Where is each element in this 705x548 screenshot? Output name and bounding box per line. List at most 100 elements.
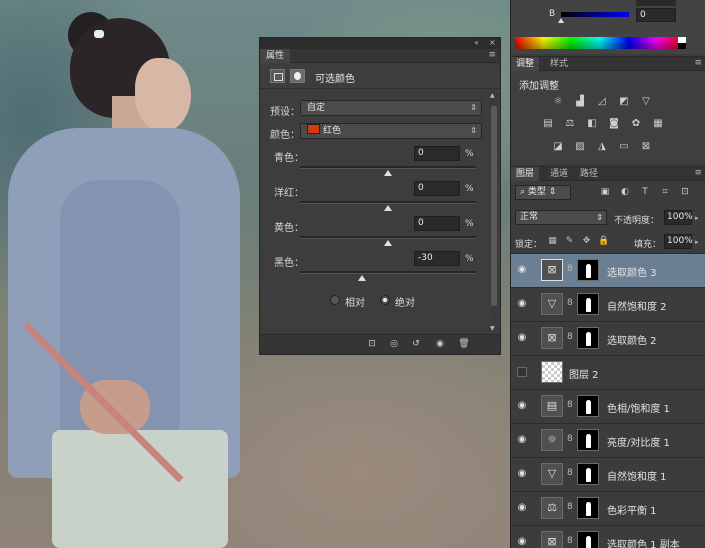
visibility-eye-icon[interactable]: ◉	[515, 467, 529, 481]
cyan-slider[interactable]	[300, 166, 476, 176]
b-slider-thumb[interactable]	[558, 18, 564, 23]
magenta-input[interactable]: 0	[414, 181, 460, 196]
layer-mask-thumbnail[interactable]	[577, 497, 599, 519]
adjustment-icon[interactable]	[270, 69, 285, 83]
tab-channels[interactable]: 通道	[545, 167, 573, 181]
exposure-icon[interactable]: ◩	[617, 96, 631, 108]
panel-menu-icon[interactable]: ≡	[694, 58, 702, 68]
vibrance-icon[interactable]: ▽	[639, 96, 653, 108]
filter-type-icon[interactable]: T	[639, 187, 651, 198]
visibility-eye-icon[interactable]: ◉	[515, 297, 529, 311]
gradient-map-icon[interactable]: ▭	[617, 141, 631, 153]
magenta-slider[interactable]	[300, 201, 476, 211]
blend-mode-select[interactable]: 正常 ⇕	[515, 210, 607, 225]
color-lookup-icon[interactable]: ▦	[651, 118, 665, 130]
r-value-field[interactable]	[636, 0, 676, 6]
filter-adjustment-icon[interactable]: ◐	[619, 187, 631, 198]
yellow-input[interactable]: 0	[414, 216, 460, 231]
relative-radio[interactable]	[330, 295, 340, 305]
layer-mask-thumbnail[interactable]	[577, 327, 599, 349]
photo-filter-icon[interactable]: ◙	[607, 118, 621, 130]
scroll-up-icon[interactable]: ▲	[490, 92, 495, 99]
absolute-radio[interactable]	[380, 295, 390, 305]
scroll-down-icon[interactable]: ▼	[490, 325, 495, 332]
curves-icon[interactable]: ◿	[595, 96, 609, 108]
tab-layers[interactable]: 图层	[511, 167, 540, 181]
fill-arrow-icon[interactable]: ▸	[695, 238, 699, 246]
close-icon[interactable]: ×	[489, 38, 496, 47]
visibility-toggle-empty[interactable]	[517, 367, 527, 377]
mask-icon[interactable]	[290, 69, 305, 83]
layer-mask-thumbnail[interactable]	[577, 293, 599, 315]
tab-properties[interactable]: 属性	[260, 49, 291, 63]
preset-select[interactable]: 自定 ⇕	[300, 100, 482, 116]
opacity-arrow-icon[interactable]: ▸	[695, 214, 699, 222]
fill-input[interactable]: 100%	[664, 234, 693, 249]
panel-menu-icon[interactable]: ≡	[694, 168, 702, 178]
black-white-icon[interactable]: ◧	[585, 118, 599, 130]
tab-styles[interactable]: 样式	[545, 57, 573, 71]
layer-mask-thumbnail[interactable]	[577, 463, 599, 485]
layer-mask-thumbnail[interactable]	[577, 429, 599, 451]
black-input[interactable]: -30	[414, 251, 460, 266]
lock-all-icon[interactable]: 🔒	[598, 236, 609, 247]
color-spectrum[interactable]	[515, 37, 685, 49]
clip-to-layer-icon[interactable]: ⊡	[364, 338, 380, 351]
layer-row[interactable]: ◉ ⊠ 8 选取颜色 1 副本	[511, 525, 705, 548]
selective-color-icon[interactable]: ⊠	[639, 141, 653, 153]
tab-paths[interactable]: 路径	[575, 167, 603, 181]
layer-row[interactable]: 图层 2	[511, 355, 705, 389]
filter-pixel-icon[interactable]: ▣	[599, 187, 611, 198]
cyan-input[interactable]: 0	[414, 146, 460, 161]
hue-saturation-icon[interactable]: ▤	[541, 118, 555, 130]
threshold-icon[interactable]: ◮	[595, 141, 609, 153]
lock-move-icon[interactable]: ✥	[581, 236, 592, 247]
opacity-input[interactable]: 100%	[664, 210, 693, 225]
yellow-slider[interactable]	[300, 236, 476, 246]
reset-icon[interactable]: ↺	[408, 338, 424, 351]
filter-shape-icon[interactable]: ⌗	[659, 187, 671, 198]
invert-icon[interactable]: ◪	[551, 141, 565, 153]
magenta-slider-thumb[interactable]	[384, 205, 392, 211]
layer-row[interactable]: ◉ ⊠ 8 选取颜色 3	[511, 253, 705, 287]
color-balance-icon[interactable]: ⚖	[563, 118, 577, 130]
filter-smart-object-icon[interactable]: ⊡	[679, 187, 691, 198]
layer-row[interactable]: ◉ ⚖ 8 色彩平衡 1	[511, 491, 705, 525]
visibility-eye-icon[interactable]: ◉	[515, 399, 529, 413]
black-slider-thumb[interactable]	[357, 275, 366, 281]
visibility-eye-icon[interactable]: ◉	[515, 535, 529, 548]
layer-filter-select[interactable]: ⌕ 类型 ⇕	[515, 185, 571, 200]
layer-row[interactable]: ◉ ⊠ 8 选取颜色 2	[511, 321, 705, 355]
posterize-icon[interactable]: ▨	[573, 141, 587, 153]
yellow-slider-thumb[interactable]	[384, 240, 392, 246]
levels-icon[interactable]: ▟	[573, 96, 587, 108]
lock-transparent-icon[interactable]: ▦	[547, 236, 558, 247]
layer-mask-thumbnail[interactable]	[577, 259, 599, 281]
view-previous-icon[interactable]: ◎	[386, 338, 402, 351]
lock-paint-icon[interactable]: ✎	[564, 236, 575, 247]
brightness-icon[interactable]: ☼	[551, 96, 565, 108]
cyan-slider-thumb[interactable]	[384, 170, 392, 176]
black-slider[interactable]	[300, 271, 476, 281]
b-slider[interactable]	[561, 12, 629, 17]
panel-drag-strip[interactable]: « ×	[260, 38, 500, 49]
trash-icon[interactable]: 🗑	[456, 338, 472, 351]
channel-mixer-icon[interactable]: ✿	[629, 118, 643, 130]
layer-row[interactable]: ◉ ▽ 8 自然饱和度 2	[511, 287, 705, 321]
tab-adjustments[interactable]: 调整	[511, 57, 540, 71]
visibility-eye-icon[interactable]: ◉	[432, 338, 448, 351]
black-white-swatch[interactable]	[678, 37, 686, 49]
visibility-eye-icon[interactable]: ◉	[515, 263, 529, 277]
scrollbar-thumb[interactable]	[491, 106, 497, 306]
collapse-icon[interactable]: «	[474, 38, 479, 47]
layer-row[interactable]: ◉ ▤ 8 色相/饱和度 1	[511, 389, 705, 423]
layer-row[interactable]: ◉ ☼ 8 亮度/对比度 1	[511, 423, 705, 457]
properties-scrollbar[interactable]: ▲ ▼	[490, 92, 498, 332]
b-value-field[interactable]: 0	[636, 8, 676, 22]
color-select[interactable]: 红色 ⇕	[300, 123, 482, 139]
visibility-eye-icon[interactable]: ◉	[515, 501, 529, 515]
panel-menu-icon[interactable]: ≡	[488, 50, 496, 60]
layer-row[interactable]: ◉ ▽ 8 自然饱和度 1	[511, 457, 705, 491]
visibility-eye-icon[interactable]: ◉	[515, 331, 529, 345]
layer-mask-thumbnail[interactable]	[577, 395, 599, 417]
